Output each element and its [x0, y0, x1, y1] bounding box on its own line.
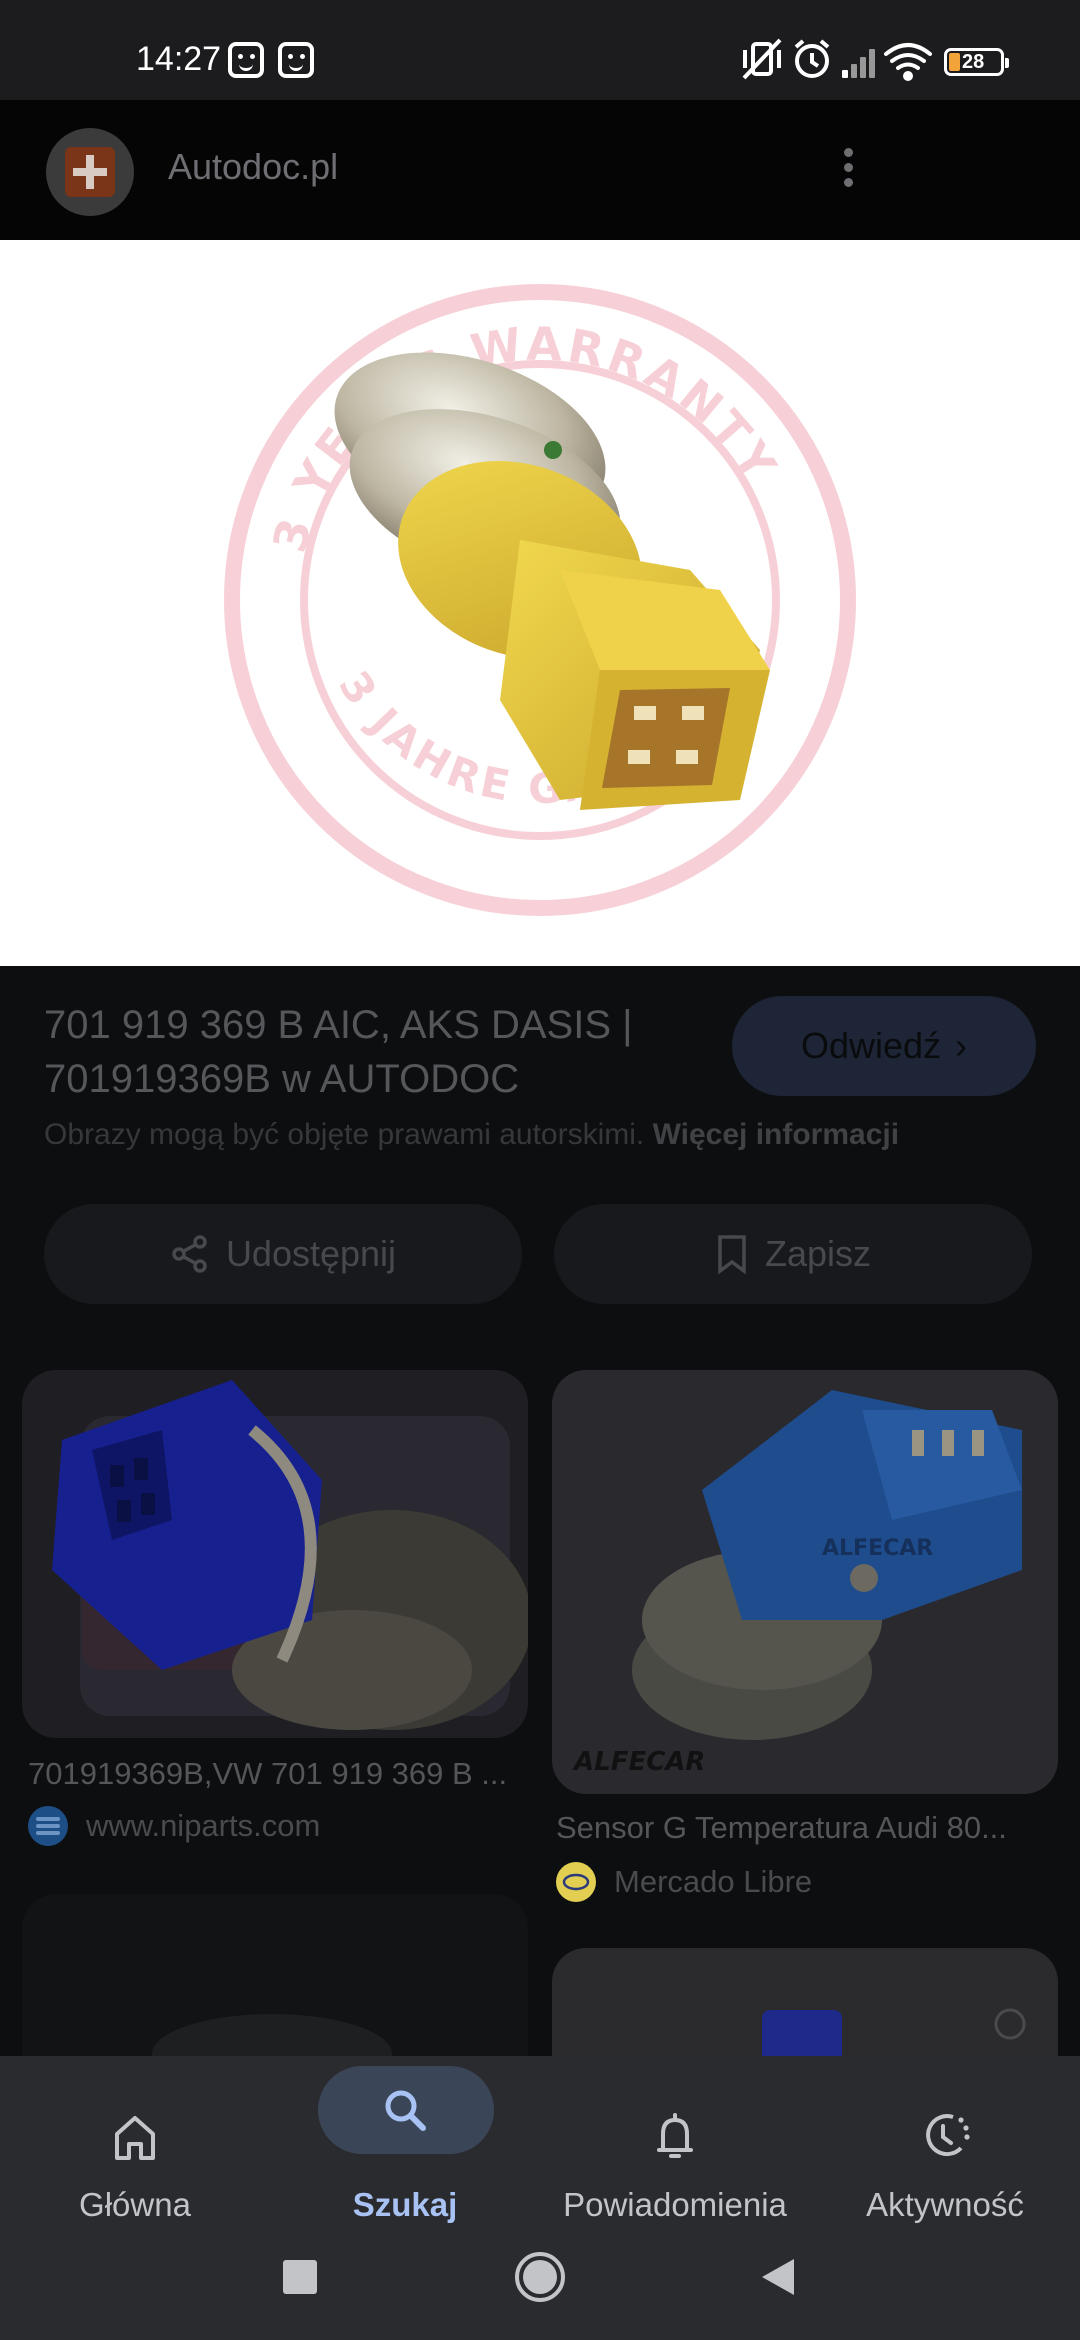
- visit-button[interactable]: Odwiedź ›: [732, 996, 1036, 1096]
- share-button[interactable]: Udostępnij: [44, 1204, 522, 1304]
- search-icon: [385, 2090, 426, 2131]
- related-caption-1[interactable]: 701919369B,VW 701 919 369 B ...: [28, 1756, 507, 1792]
- system-status-icons: [742, 38, 932, 81]
- home-icon: [115, 2116, 155, 2160]
- recents-button[interactable]: [283, 2260, 317, 2294]
- related-image-2[interactable]: ALFECAR ALFECAR: [552, 1370, 1058, 1794]
- save-button[interactable]: Zapisz: [554, 1204, 1032, 1304]
- site-name[interactable]: Autodoc.pl: [168, 146, 338, 188]
- related-caption-2[interactable]: Sensor G Temperatura Audi 80...: [556, 1810, 1007, 1846]
- share-label: Udostępnij: [225, 1233, 397, 1274]
- related-source-2[interactable]: Mercado Libre: [556, 1862, 812, 1902]
- status-bar: 14:27 28: [0, 0, 1080, 100]
- source-favicon-icon: [556, 1862, 596, 1902]
- alarm-icon: [794, 39, 830, 78]
- temperature-sensor-image: 3 YEARS WARRANTY 3 JAHRE GARANTIE: [224, 284, 856, 916]
- share-icon: [172, 1235, 207, 1273]
- copyright-notice: Obrazy mogą być objęte prawami autorskim…: [44, 1118, 899, 1152]
- wifi-icon: [884, 43, 932, 81]
- product-image[interactable]: 3 YEARS WARRANTY 3 JAHRE GARANTIE: [0, 240, 1080, 966]
- battery-level: 28: [962, 51, 985, 73]
- source-name: Mercado Libre: [614, 1864, 813, 1899]
- battery-icon: 28: [944, 48, 1009, 76]
- related-image-1[interactable]: [22, 1370, 528, 1738]
- status-time: 14:27: [136, 40, 222, 78]
- signal-icon: [842, 49, 875, 78]
- related-source-1[interactable]: www.niparts.com: [28, 1806, 320, 1846]
- image-viewer-header: Autodoc.pl: [0, 100, 1080, 240]
- status-icons: 28: [740, 36, 1080, 84]
- copyright-text: Obrazy mogą być objęte prawami autorskim…: [44, 1118, 645, 1151]
- home-button[interactable]: [515, 2252, 565, 2302]
- blue-sensor-image: [52, 1380, 528, 1730]
- alfecar-brand-text: ALFECAR: [572, 1747, 705, 1777]
- vibrate-off-icon: [742, 38, 782, 80]
- back-button[interactable]: [762, 2259, 794, 2295]
- notification-face-icon: [228, 42, 264, 78]
- bookmark-icon: [718, 1235, 746, 1274]
- site-favicon: [46, 128, 134, 216]
- source-name: www.niparts.com: [86, 1808, 321, 1843]
- more-info-link[interactable]: Więcej informacji: [653, 1118, 899, 1151]
- chevron-right-icon: ›: [955, 1025, 968, 1066]
- more-options-icon[interactable]: [836, 142, 860, 198]
- system-navigation-bar: [0, 2218, 1080, 2340]
- save-label: Zapisz: [764, 1233, 872, 1274]
- visit-button-label: Odwiedź: [800, 1025, 942, 1066]
- activity-icon: [926, 2114, 970, 2157]
- alfecar-logo: ALFECAR: [822, 1536, 933, 1561]
- notification-face-icon: [278, 42, 314, 78]
- bell-icon: [657, 2113, 693, 2158]
- image-title: 701 919 369 B AIC, AKS DASIS | 701919369…: [44, 1003, 633, 1101]
- blue-sensor-image: ALFECAR ALFECAR: [572, 1390, 1022, 1777]
- source-favicon-icon: [28, 1806, 68, 1846]
